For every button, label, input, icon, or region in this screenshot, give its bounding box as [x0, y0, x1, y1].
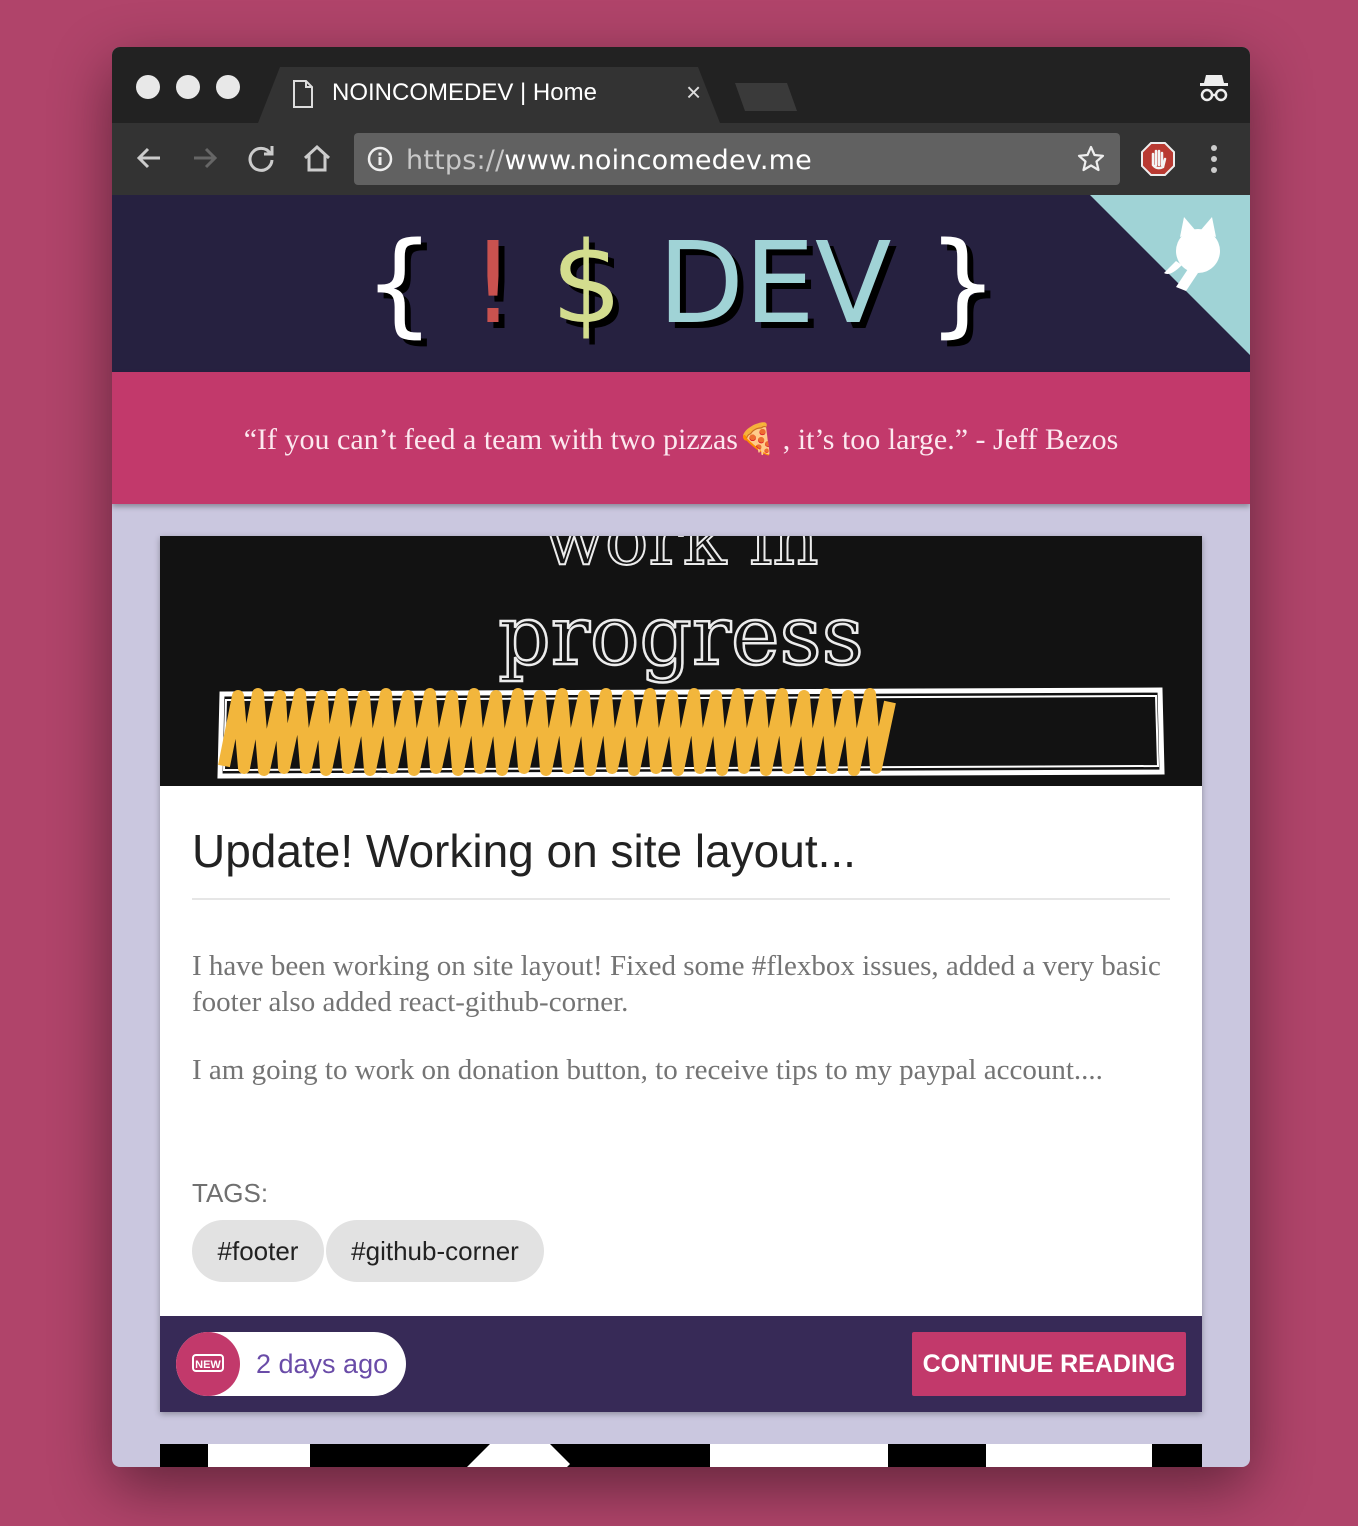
minimize-window-button[interactable] [176, 75, 200, 99]
close-window-button[interactable] [136, 75, 160, 99]
continue-reading-button[interactable]: CONTINUE READING [912, 1332, 1186, 1396]
post-date-pill: NEW 2 days ago [176, 1332, 406, 1396]
image-text-line2: progress [498, 589, 863, 684]
forward-icon[interactable] [190, 143, 220, 173]
site-header: { ! $ DEV } [112, 195, 1250, 372]
tags-label: TAGS: [192, 1178, 269, 1208]
bookmark-star-icon[interactable] [1076, 144, 1106, 174]
menu-dots-icon[interactable] [1206, 143, 1222, 175]
new-badge-icon: NEW [176, 1332, 240, 1396]
quote-text: “If you can’t feed a team with two pizza… [243, 423, 1119, 456]
tab-bar: NOINCOMEDEV | Home × [112, 47, 1250, 123]
post-image: work in progress [160, 536, 1202, 786]
post-paragraph-1: I have been working on site layout! Fixe… [192, 950, 1161, 1018]
address-bar[interactable]: https://www.noincomedev.me [354, 133, 1120, 185]
image-text-line1: work in [543, 536, 818, 581]
browser-window: NOINCOMEDEV | Home × https://www.noincom… [112, 47, 1250, 1467]
incognito-icon [1200, 75, 1228, 102]
site-logo[interactable]: { ! $ DEV } [112, 219, 1250, 349]
next-post-image [160, 1444, 1202, 1467]
url-text[interactable]: https://www.noincomedev.me [406, 145, 812, 176]
zoom-window-button[interactable] [216, 75, 240, 99]
quote-banner: “If you can’t feed a team with two pizza… [112, 372, 1250, 504]
tab-close-icon[interactable]: × [686, 77, 701, 108]
next-post-card[interactable] [160, 1444, 1202, 1467]
page-icon [293, 80, 313, 108]
info-icon[interactable] [367, 146, 393, 172]
toolbar: https://www.noincomedev.me [112, 123, 1250, 195]
tab-title: NOINCOMEDEV | Home [332, 79, 597, 106]
reload-icon[interactable] [246, 143, 276, 173]
post-paragraph-2: I am going to work on donation button, t… [192, 1054, 1103, 1086]
back-icon[interactable] [134, 143, 164, 173]
new-tab-button[interactable] [735, 83, 797, 111]
post-title[interactable]: Update! Working on site layout... [192, 824, 856, 878]
github-corner-icon[interactable] [1090, 195, 1250, 355]
post-time: 2 days ago [256, 1349, 389, 1379]
tag-chip-footer[interactable]: #footer [192, 1220, 324, 1282]
card-footer: NEW 2 days ago CONTINUE READING [160, 1316, 1202, 1412]
adblock-icon[interactable] [1140, 141, 1176, 177]
tag-chip-github-corner[interactable]: #github-corner [326, 1220, 544, 1282]
title-divider [192, 898, 1170, 900]
post-card: work in progress Update! Working on site… [160, 536, 1202, 1412]
home-icon[interactable] [302, 143, 332, 173]
